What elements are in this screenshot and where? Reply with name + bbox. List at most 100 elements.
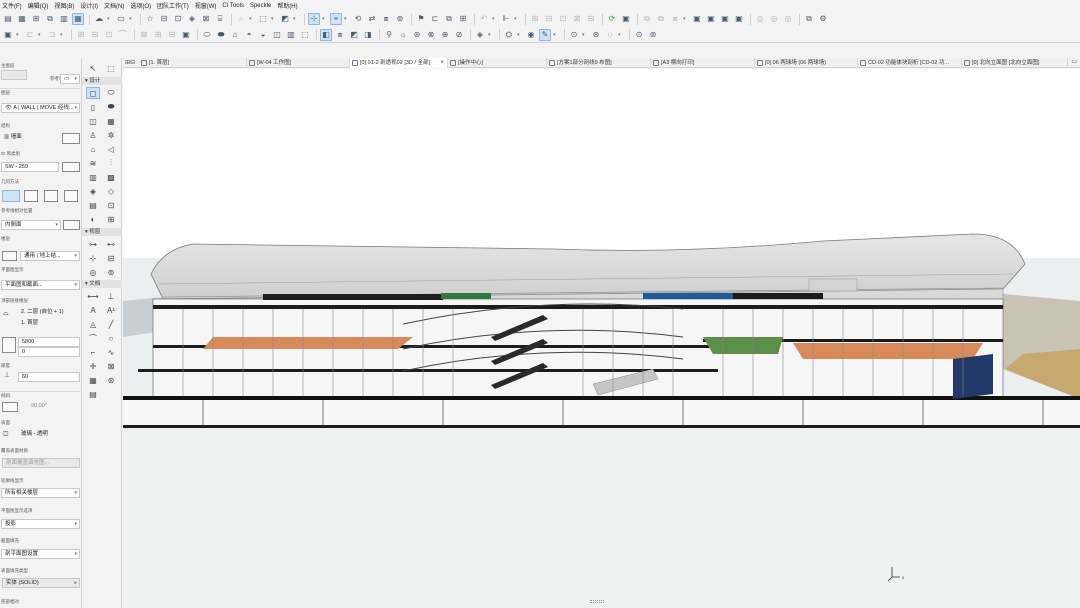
opening-tool-icon[interactable]: ⊡ <box>104 199 118 211</box>
outline-dropdown[interactable]: 所有相关楼层 ▾ <box>1 488 80 498</box>
camera-tool-icon[interactable]: ⊚ <box>104 266 118 278</box>
home-story-field[interactable]: 1. 首层 <box>18 319 80 329</box>
palette2-icon[interactable]: ▣ <box>620 13 632 25</box>
renovation-icon[interactable]: ⊛ <box>590 29 602 41</box>
palette-icon[interactable]: ◈ <box>186 13 198 25</box>
section-tool-icon[interactable]: ⊶ <box>86 238 100 250</box>
trapezoid-wall-icon[interactable] <box>64 190 78 202</box>
perspective-icon[interactable]: ⊟ <box>166 29 178 41</box>
view-icon[interactable]: ⧈ <box>380 13 392 25</box>
menu-item-9[interactable]: Speckle <box>250 3 271 9</box>
tab-scheme-layout[interactable]: [方案1部分剖线9 布图] <box>547 58 651 68</box>
table-icon[interactable]: ▦ <box>72 13 84 25</box>
marquee-select-icon[interactable]: ⬚ <box>104 62 118 74</box>
offset-input[interactable]: 0 <box>18 347 80 357</box>
floor-type-icon[interactable] <box>2 251 17 261</box>
marquee-icon[interactable]: ⬚ <box>257 13 269 25</box>
tab-cd02[interactable]: CD-02 功能体块剖析 [CD-02 功... <box>858 58 962 68</box>
new-file-icon[interactable]: ▤ <box>2 13 14 25</box>
grid-tool-icon[interactable]: ▤ <box>86 388 100 400</box>
model-view-icon[interactable]: ⛭ <box>503 29 515 41</box>
walk-icon[interactable]: ⚲ <box>383 29 395 41</box>
marquee2-icon[interactable]: ⊕ <box>439 29 451 41</box>
dropdown-caret-icon[interactable]: ▾ <box>249 16 254 22</box>
unlock-icon[interactable]: ⊠ <box>571 13 583 25</box>
group-document[interactable]: ▾ 文档 <box>82 280 122 288</box>
menu-item-6[interactable]: 团队工作(T) <box>157 1 189 10</box>
structure-picker-icon[interactable] <box>62 133 80 144</box>
graphic-override-icon[interactable]: ◌ <box>604 29 616 41</box>
viewport-resize-grip[interactable] <box>590 600 604 603</box>
grid-icon[interactable]: ▥ <box>58 13 70 25</box>
3d-viewport[interactable] <box>123 69 1080 608</box>
height-input[interactable]: 5800 <box>18 337 80 347</box>
tab-a3-print[interactable]: [A3 横向打印] <box>651 58 755 68</box>
wall-tool-icon[interactable]: ◻ <box>86 87 100 99</box>
skylight-tool-icon[interactable]: ◇ <box>104 185 118 197</box>
favorite-icon[interactable]: ☆ <box>144 13 156 25</box>
snap-icon[interactable]: ⊹ <box>308 13 320 25</box>
straight-wall-icon[interactable] <box>2 190 20 202</box>
slab-icon[interactable]: ⬭ <box>201 29 213 41</box>
zone-tool-icon[interactable]: ▤ <box>86 199 100 211</box>
menu-item-10[interactable]: 帮助(H) <box>277 1 297 10</box>
tab-operation-center[interactable]: [操作中心] <box>448 58 547 68</box>
spline-tool-icon[interactable]: ∿ <box>104 346 118 358</box>
flag-icon[interactable]: ⚑ <box>415 13 427 25</box>
zone-icon[interactable]: ◫ <box>271 29 283 41</box>
slab-tool-icon[interactable]: ⬭ <box>104 87 118 99</box>
dropdown-caret-icon[interactable]: ▾ <box>553 32 558 38</box>
filter-icon[interactable]: ⊛ <box>411 29 423 41</box>
dimension-tool-icon[interactable]: ⟷ <box>86 290 100 302</box>
link-icon[interactable]: ⊞ <box>30 13 42 25</box>
group-design[interactable]: ▾ 设计 <box>82 77 122 85</box>
slant-type-icon[interactable] <box>2 402 18 412</box>
tab-worksheet[interactable]: [W-04 工作图] <box>247 58 350 68</box>
fill-tool-icon[interactable]: ◬ <box>86 318 100 330</box>
dropdown-caret-icon[interactable]: ▾ <box>293 16 298 22</box>
find-icon[interactable]: ⌕ <box>235 13 247 25</box>
stair-tool-icon[interactable]: ≋ <box>86 157 100 169</box>
shell-tool-icon[interactable]: ◁ <box>104 143 118 155</box>
dropdown-caret-icon[interactable]: ▾ <box>517 32 522 38</box>
arrange-icon[interactable]: ⊟ <box>158 13 170 25</box>
bring-front-icon[interactable]: ⧉ <box>641 13 653 25</box>
window3-icon[interactable]: ▣ <box>719 13 731 25</box>
beam-tool-icon[interactable]: ⬬ <box>104 101 118 113</box>
menu-item-2[interactable]: 视图(B) <box>54 1 74 10</box>
menu-item-3[interactable]: 设计(I) <box>80 1 98 10</box>
window1-icon[interactable]: ▣ <box>691 13 703 25</box>
ref-plane-dropdown[interactable]: 内侧面 ▾ <box>1 220 61 230</box>
figure-tool-icon[interactable]: ⊠ <box>104 360 118 372</box>
id-input[interactable]: SW - 259 <box>1 162 59 172</box>
lamp-tool-icon[interactable]: ✲ <box>104 129 118 141</box>
tab-close-icon[interactable]: × <box>440 58 444 68</box>
cut-fill-dropdown[interactable]: 剖平面图设置 ▾ <box>1 549 80 559</box>
orbit-icon[interactable]: ⊠ <box>138 29 150 41</box>
3d-box-icon[interactable]: ◧ <box>320 28 332 41</box>
curtain-wall-tool-icon[interactable]: ▥ <box>86 171 100 183</box>
camera-icon[interactable]: ⊚ <box>394 13 406 25</box>
dropdown-caret-icon[interactable]: ▾ <box>488 32 493 38</box>
detail-tool-icon[interactable]: ◎ <box>86 266 100 278</box>
sync-icon[interactable]: ⟲ <box>352 13 364 25</box>
scale-icon[interactable]: ⊚ <box>647 29 659 41</box>
morph-tool-icon[interactable]: ◈ <box>86 185 100 197</box>
nav-back-icon[interactable]: ⊏ <box>24 29 36 41</box>
render1-icon[interactable]: ◎ <box>754 13 766 25</box>
mep-tool-icon[interactable]: ⊞ <box>104 213 118 225</box>
drawing-tool-icon[interactable]: ▦ <box>86 374 100 386</box>
render2-icon[interactable]: ◎ <box>768 13 780 25</box>
tag-icon[interactable]: ⊏ <box>429 13 441 25</box>
style-icon[interactable]: ⊘ <box>453 29 465 41</box>
menu-item-4[interactable]: 文档(N) <box>104 1 124 10</box>
select-arrow-field[interactable] <box>1 70 27 80</box>
text-tool-icon[interactable]: A <box>86 304 100 316</box>
ref-plane-toggle-icon[interactable] <box>63 220 80 230</box>
dropdown-caret-icon[interactable]: ▾ <box>514 16 519 22</box>
window4-icon[interactable]: ▣ <box>733 13 745 25</box>
layout-icon[interactable]: ⊡ <box>172 13 184 25</box>
dropdown-caret-icon[interactable]: ▾ <box>322 16 327 22</box>
tab-list-icon[interactable]: ⊞⊟ <box>125 59 135 66</box>
dropdown-caret-icon[interactable]: ▾ <box>271 16 276 22</box>
